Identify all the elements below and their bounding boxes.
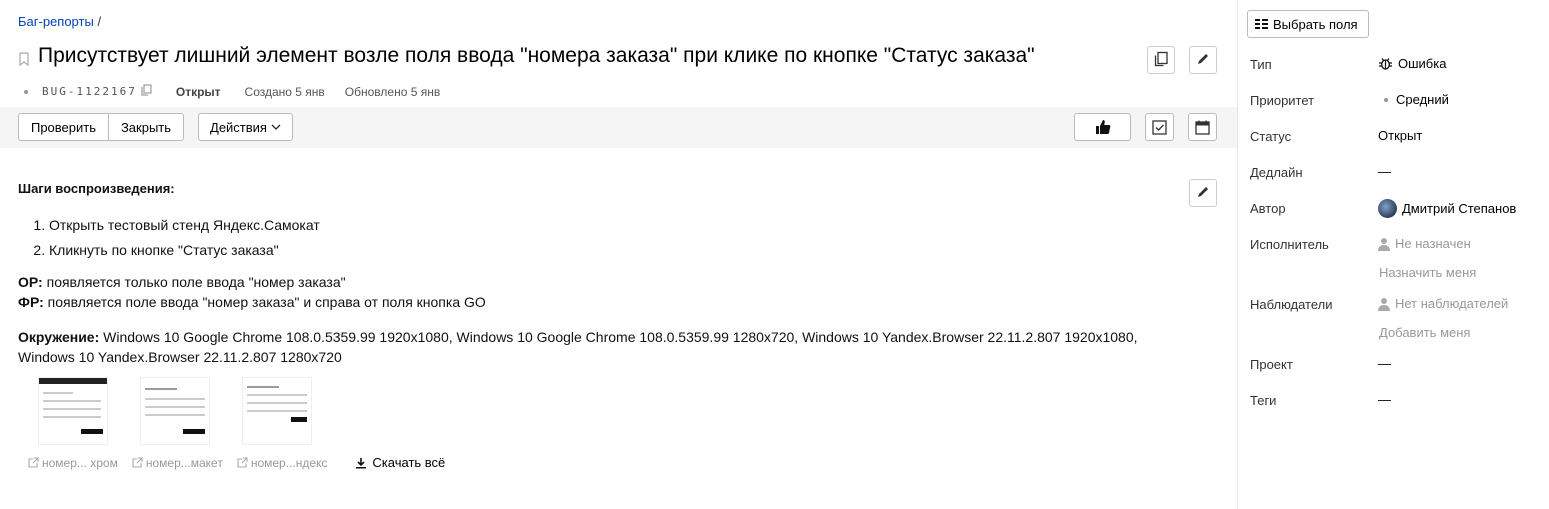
field-label-tags: Теги bbox=[1250, 393, 1277, 408]
list-item: Открыть тестовый стенд Яндекс.Самокат bbox=[49, 213, 1178, 238]
breadcrumb: Баг-репорты / bbox=[18, 14, 101, 29]
person-icon bbox=[1378, 297, 1390, 311]
issue-description: Шаги воспроизведения: Открыть тестовый с… bbox=[18, 178, 1178, 367]
copy-icon bbox=[1153, 51, 1169, 70]
pick-fields-label: Выбрать поля bbox=[1273, 16, 1358, 32]
issue-main: Баг-репорты / Присутствует лишний элемен… bbox=[0, 0, 1237, 509]
attachment-thumbnail[interactable] bbox=[242, 377, 312, 445]
checklist-button[interactable] bbox=[1145, 113, 1174, 141]
issue-meta: BUG-1122167 Открыт Создано 5 янв Обновле… bbox=[24, 84, 440, 99]
download-all-label: Скачать всё bbox=[372, 455, 446, 470]
check-button[interactable]: Проверить bbox=[18, 113, 109, 141]
breadcrumb-separator: / bbox=[97, 14, 102, 29]
title-row: Присутствует лишний элемент возле поля в… bbox=[18, 43, 1035, 69]
checkbox-icon bbox=[1152, 119, 1167, 135]
actions-dropdown[interactable]: Действия bbox=[198, 113, 293, 141]
assignee-value: Не назначен bbox=[1395, 236, 1471, 251]
attachment-thumbnails bbox=[38, 377, 344, 445]
field-label-author: Автор bbox=[1250, 201, 1286, 216]
attachment-name: номер...ндекс bbox=[250, 455, 328, 470]
list-item: Кликнуть по кнопке "Статус заказа" bbox=[49, 238, 1178, 263]
columns-icon bbox=[1255, 18, 1273, 30]
attachment-link[interactable]: номер... хром bbox=[28, 456, 118, 470]
priority-value: Средний bbox=[1396, 92, 1449, 107]
actual-label: ФР: bbox=[18, 294, 44, 310]
page-title: Присутствует лишний элемент возле поля в… bbox=[38, 44, 1035, 67]
environment-text-line1: Windows 10 Google Chrome 108.0.5359.99 1… bbox=[99, 329, 1138, 345]
field-label-priority: Приоритет bbox=[1250, 93, 1315, 108]
add-me-link[interactable]: Добавить меня bbox=[1379, 325, 1470, 340]
field-value-priority[interactable]: Средний bbox=[1378, 92, 1449, 107]
attachment-name: номер...макет bbox=[145, 455, 223, 470]
person-icon bbox=[1378, 237, 1390, 251]
author-name: Дмитрий Степанов bbox=[1402, 201, 1517, 216]
expected-text: появляется только поле ввода "номер зака… bbox=[42, 274, 346, 290]
issue-toolbar: Проверить Закрыть Действия bbox=[0, 107, 1237, 148]
created-date: Создано 5 янв bbox=[244, 84, 325, 99]
field-value-project[interactable]: — bbox=[1378, 356, 1391, 371]
environment: Окружение: Windows 10 Google Chrome 108.… bbox=[18, 327, 1178, 367]
pencil-icon bbox=[1196, 185, 1210, 202]
pick-fields-button[interactable]: Выбрать поля bbox=[1247, 10, 1369, 38]
issue-key: BUG-1122167 bbox=[42, 85, 137, 98]
attachment-thumbnail[interactable] bbox=[38, 377, 108, 445]
expected-label: ОР: bbox=[18, 274, 43, 290]
steps-list: Открыть тестовый стенд Яндекс.Самокат Кл… bbox=[18, 213, 1178, 263]
edit-title-button[interactable] bbox=[1189, 46, 1217, 74]
attachment-link[interactable]: номер...ндекс bbox=[237, 455, 328, 470]
pencil-icon bbox=[1196, 52, 1210, 69]
calendar-button[interactable] bbox=[1188, 113, 1217, 141]
bookmark-icon[interactable] bbox=[18, 52, 32, 68]
expected-result: ОР: появляется только поле ввода "номер … bbox=[18, 272, 1178, 292]
status-badge: Открыт bbox=[175, 84, 221, 99]
external-link-icon bbox=[132, 457, 146, 468]
field-value-deadline[interactable]: — bbox=[1378, 164, 1391, 179]
field-label-project: Проект bbox=[1250, 357, 1293, 372]
close-button[interactable]: Закрыть bbox=[109, 113, 184, 141]
attachment-thumbnail[interactable] bbox=[140, 377, 210, 445]
assign-me-link[interactable]: Назначить меня bbox=[1379, 265, 1476, 280]
attachment-link[interactable]: номер...макет bbox=[132, 456, 223, 470]
download-all-button[interactable]: Скачать всё bbox=[355, 455, 445, 470]
field-label-status: Статус bbox=[1250, 129, 1292, 144]
breadcrumb-link-bug-reports[interactable]: Баг-репорты bbox=[18, 14, 94, 29]
field-label-deadline: Дедлайн bbox=[1250, 165, 1303, 180]
field-value-author[interactable]: Дмитрий Степанов bbox=[1378, 199, 1516, 218]
actions-label: Действия bbox=[210, 119, 267, 135]
bug-icon bbox=[1378, 56, 1393, 71]
avatar bbox=[1378, 199, 1397, 218]
like-button[interactable] bbox=[1074, 113, 1131, 141]
field-value-type[interactable]: Ошибка bbox=[1378, 56, 1446, 71]
field-value-status[interactable]: Открыт bbox=[1378, 128, 1422, 143]
environment-text-line2: Windows 10 Yandex.Browser 22.11.2.807 12… bbox=[18, 349, 342, 365]
attachment-names: номер... хром номер...макет номер...ндек… bbox=[28, 455, 445, 470]
field-label-assignee: Исполнитель bbox=[1250, 237, 1329, 252]
actual-result: ФР: появляется поле ввода "номер заказа"… bbox=[18, 292, 1178, 312]
external-link-icon bbox=[237, 457, 251, 468]
edit-description-button[interactable] bbox=[1189, 179, 1217, 207]
copy-key-icon[interactable] bbox=[141, 84, 152, 99]
calendar-icon bbox=[1195, 120, 1210, 135]
updated-date: Обновлено 5 янв bbox=[344, 84, 441, 99]
type-value: Ошибка bbox=[1398, 56, 1447, 71]
field-label-type: Тип bbox=[1250, 57, 1272, 72]
field-label-watchers: Наблюдатели bbox=[1250, 297, 1333, 312]
field-value-watchers[interactable]: Нет наблюдателей bbox=[1378, 296, 1508, 311]
external-link-icon bbox=[28, 457, 42, 468]
priority-dot bbox=[1384, 97, 1388, 102]
watchers-value: Нет наблюдателей bbox=[1395, 296, 1509, 311]
chevron-down-icon bbox=[271, 124, 281, 130]
field-value-assignee[interactable]: Не назначен bbox=[1378, 236, 1471, 251]
steps-heading: Шаги воспроизведения: bbox=[18, 181, 175, 196]
meta-dot bbox=[24, 89, 28, 94]
issue-sidebar: Выбрать поля Тип Ошибка Приоритет Средни… bbox=[1237, 0, 1549, 509]
environment-label: Окружение: bbox=[18, 329, 100, 345]
copy-issue-button[interactable] bbox=[1147, 46, 1175, 74]
thumbs-up-icon bbox=[1095, 119, 1111, 135]
attachment-name: номер... хром bbox=[42, 455, 118, 470]
actual-text: появляется поле ввода "номер заказа" и с… bbox=[43, 294, 486, 310]
download-icon bbox=[355, 457, 372, 469]
field-value-tags[interactable]: — bbox=[1378, 392, 1391, 407]
